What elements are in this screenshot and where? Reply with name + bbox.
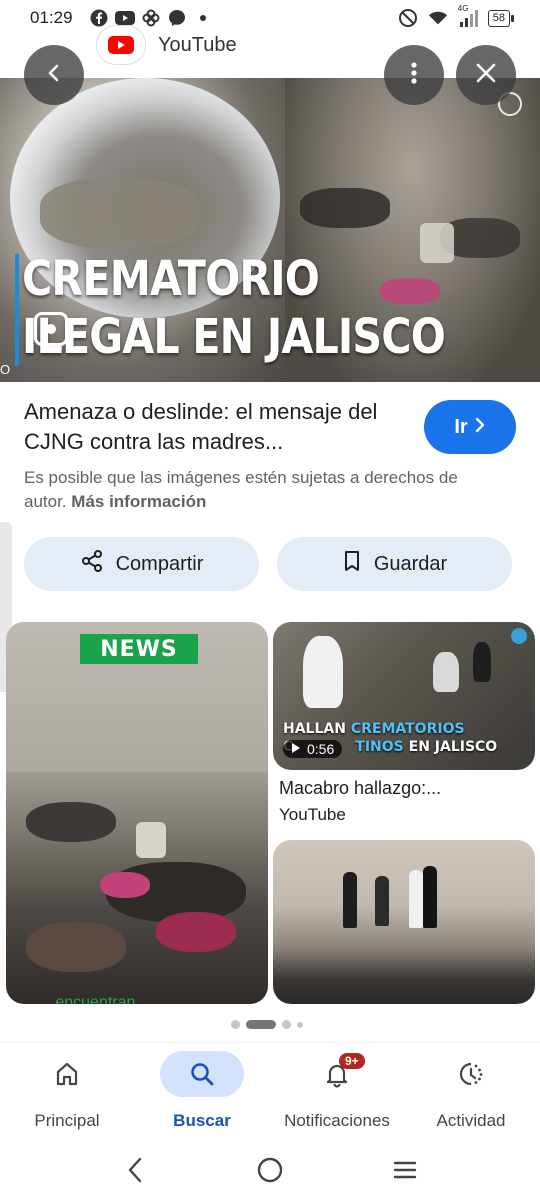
nav-item-notificaciones[interactable]: 9+ Notificaciones (272, 1051, 402, 1131)
share-button[interactable]: Compartir (24, 537, 259, 591)
hero-edge-text: O (0, 362, 11, 377)
youtube-logo (96, 25, 146, 65)
wifi-icon (428, 8, 448, 28)
dnd-icon (398, 8, 418, 28)
system-navigation-bar (0, 1138, 540, 1200)
source-header[interactable]: YouTube (96, 22, 237, 68)
chevron-right-icon (474, 416, 486, 439)
pager-dot (297, 1021, 303, 1028)
overlay-word: CREMATORIOS (350, 721, 465, 737)
menu-lines-icon (393, 1161, 417, 1179)
nav-item-principal[interactable]: Principal (2, 1051, 132, 1131)
card-b-figure (473, 642, 491, 682)
card-a-caption: ...encuentran... (42, 994, 149, 1004)
chevron-left-icon (128, 1157, 142, 1183)
more-options-button[interactable] (384, 45, 444, 105)
system-back-button[interactable] (115, 1150, 155, 1190)
card-b-figure (433, 652, 459, 692)
bookmark-icon (342, 549, 362, 579)
related-image-card[interactable]: NEWS ...encuentran... (6, 622, 268, 1004)
hero-debris (40, 178, 200, 248)
home-icon (25, 1051, 109, 1097)
copyright-notice: Es posible que las imágenes estén sujeta… (24, 466, 504, 514)
more-info-link[interactable]: Más información (71, 492, 206, 511)
more-vert-icon (410, 61, 418, 90)
card-a-debris (100, 872, 150, 898)
search-icon (160, 1051, 244, 1097)
pager-dot (282, 1020, 291, 1029)
nav-item-buscar[interactable]: Buscar (137, 1051, 267, 1131)
save-label: Guardar (373, 552, 448, 575)
overlay-word: HALLAN (283, 721, 346, 737)
hero-image[interactable]: CREMATORIO ILEGAL EN JALISCO O (0, 78, 540, 382)
nav-label: Actividad (436, 1111, 506, 1130)
hero-title-line1: CREMATORIO (22, 251, 320, 307)
channel-badge-icon (511, 628, 527, 644)
duration-label: 0:56 (307, 741, 335, 757)
hero-debris (300, 188, 390, 228)
bell-icon: 9+ (295, 1051, 379, 1097)
card-c-person (409, 870, 423, 928)
bottom-navigation: Principal Buscar 9+ Notificaciones Activ… (0, 1042, 540, 1138)
arrow-back-icon (43, 62, 65, 89)
card-b-figure (303, 636, 343, 708)
video-card-title[interactable]: Macabro hallazgo:... (279, 778, 441, 799)
nav-label: Notificaciones (284, 1111, 390, 1130)
hero-accent-bar (15, 254, 19, 366)
related-image-card[interactable] (273, 840, 535, 1004)
pager-dot-active (246, 1020, 276, 1029)
network-type: 4G (457, 4, 469, 13)
home-circle-icon (257, 1157, 283, 1183)
card-c-person (375, 876, 389, 926)
go-button-label: Ir (454, 415, 468, 438)
system-recents-button[interactable] (385, 1150, 425, 1190)
hero-title-line2: ILEGAL EN JALISCO (22, 309, 446, 365)
card-a-debris (156, 912, 236, 952)
nav-label: Buscar (173, 1111, 231, 1130)
status-bar: 01:29 4G 58 (0, 0, 540, 36)
card-c-person (343, 872, 357, 928)
lens-icon[interactable] (34, 312, 68, 346)
go-button[interactable]: Ir (424, 400, 516, 454)
video-card-source: YouTube (279, 805, 346, 824)
back-button[interactable] (24, 45, 84, 105)
result-title[interactable]: Amenaza o deslinde: el mensaje del CJNG … (24, 397, 404, 457)
hero-title: CREMATORIO ILEGAL EN JALISCO (22, 250, 446, 366)
save-button[interactable]: Guardar (277, 537, 512, 591)
pager-dot (231, 1020, 240, 1029)
card-c-person (423, 866, 437, 928)
close-button[interactable] (456, 45, 516, 105)
activity-icon (429, 1051, 513, 1097)
share-label: Compartir (115, 552, 204, 575)
close-icon (475, 62, 497, 89)
status-time: 01:29 (30, 8, 73, 27)
nav-label: Principal (34, 1111, 100, 1130)
video-card[interactable]: HALLAN CREMATORIOS CTINOS EN JALISCO 0:5… (273, 622, 535, 770)
card-a-debris (136, 822, 166, 858)
carousel-pager (231, 1020, 303, 1029)
video-duration: 0:56 (283, 740, 343, 758)
play-icon (291, 741, 301, 757)
notification-badge: 9+ (339, 1053, 365, 1069)
news-logo: NEWS (80, 634, 198, 664)
battery-indicator: 58 (487, 9, 515, 27)
status-right: 4G 58 (398, 4, 515, 28)
overlay-word: EN JALISCO (408, 739, 498, 755)
system-home-button[interactable] (250, 1150, 290, 1190)
nav-item-actividad[interactable]: Actividad (406, 1051, 536, 1131)
share-icon (80, 549, 104, 579)
overlay-word: TINOS (355, 739, 404, 755)
card-a-debris (26, 922, 126, 972)
card-a-debris (26, 802, 116, 842)
signal-4g-icon: 4G (458, 4, 478, 28)
source-name: YouTube (158, 33, 237, 56)
